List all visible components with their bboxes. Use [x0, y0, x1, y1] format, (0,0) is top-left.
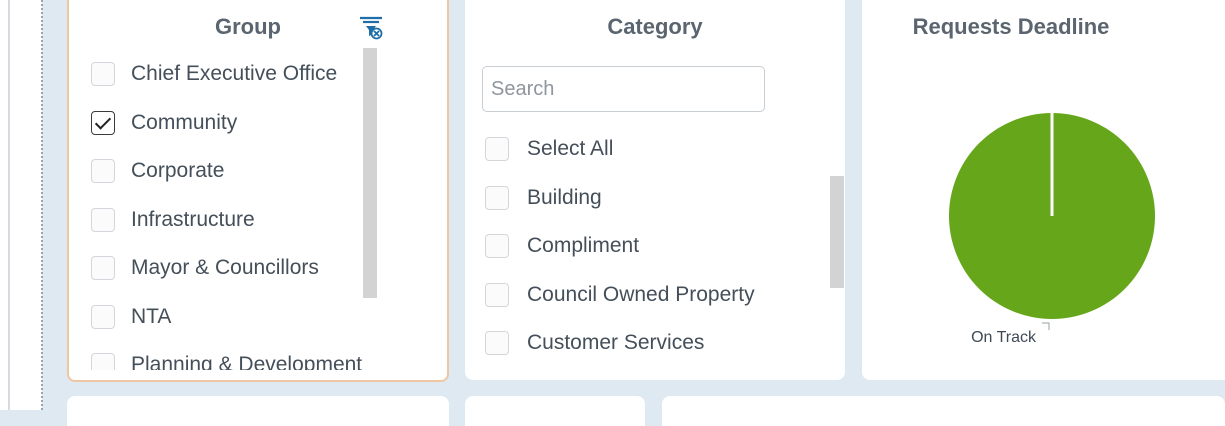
filter-clear-icon[interactable] — [357, 13, 385, 41]
group-item-label: NTA — [131, 304, 172, 328]
gutter-divider — [8, 0, 10, 410]
selection-guide — [41, 0, 43, 410]
group-scrollbar[interactable] — [363, 48, 377, 298]
category-item[interactable]: Council Owned Property — [485, 271, 820, 320]
category-item[interactable]: Compliment — [485, 222, 820, 271]
category-item-label: Compliment — [527, 234, 640, 258]
category-item-checkbox[interactable] — [485, 234, 509, 259]
group-item-label: Chief Executive Office — [131, 62, 338, 86]
category-item-checkbox[interactable] — [485, 282, 509, 307]
group-item-label: Planning & Development — [131, 353, 363, 370]
group-item-checkbox[interactable] — [91, 256, 115, 281]
pie-label-leader — [1042, 322, 1050, 330]
group-item-label: Corporate — [131, 159, 225, 183]
group-item[interactable]: Planning & Development — [91, 341, 427, 370]
select-all-checkbox[interactable] — [485, 137, 509, 162]
bottom-panel-2 — [465, 396, 645, 426]
group-item-checkbox[interactable] — [91, 353, 115, 370]
select-all-item[interactable]: Select All — [485, 125, 820, 174]
group-item-checkbox[interactable] — [91, 304, 115, 329]
group-panel-title: Group — [215, 14, 281, 39]
group-item-checkbox[interactable] — [91, 62, 115, 87]
group-item-label: Infrastructure — [131, 207, 255, 231]
group-filter-panel: Group Chief Executive Office Community Cor… — [67, 0, 449, 382]
requests-deadline-panel: Requests Deadline On Track — [862, 0, 1225, 380]
category-list: Select All Building Compliment Council Own… — [485, 125, 820, 375]
pie-chart: On Track — [949, 113, 1155, 346]
group-item-checkbox[interactable] — [91, 159, 115, 184]
category-item-checkbox[interactable] — [485, 185, 509, 210]
category-filter-panel: Category Select All BuildingComplimentCo… — [465, 0, 845, 380]
group-item-label: Mayor & Councillors — [131, 256, 319, 280]
category-scrollbar[interactable] — [830, 176, 844, 288]
category-search-input[interactable] — [482, 66, 765, 112]
group-item-checkbox[interactable] — [91, 110, 115, 135]
left-gutter — [0, 0, 42, 410]
group-item[interactable]: NTA — [91, 293, 427, 342]
category-item[interactable]: Building — [485, 174, 820, 223]
bottom-panel-1 — [67, 396, 449, 426]
select-all-label: Select All — [527, 137, 614, 161]
group-item-checkbox[interactable] — [91, 207, 115, 232]
category-item-label: Building — [527, 185, 602, 209]
bottom-panel-3 — [662, 396, 1225, 426]
category-item-label: Council Owned Property — [527, 282, 755, 306]
category-item-checkbox[interactable] — [485, 331, 509, 356]
pie-slice-label: On Track — [971, 329, 1037, 346]
category-item[interactable]: Customer Services — [485, 319, 820, 368]
category-item-label: Customer Services — [527, 331, 705, 355]
group-item-label: Community — [131, 110, 238, 134]
